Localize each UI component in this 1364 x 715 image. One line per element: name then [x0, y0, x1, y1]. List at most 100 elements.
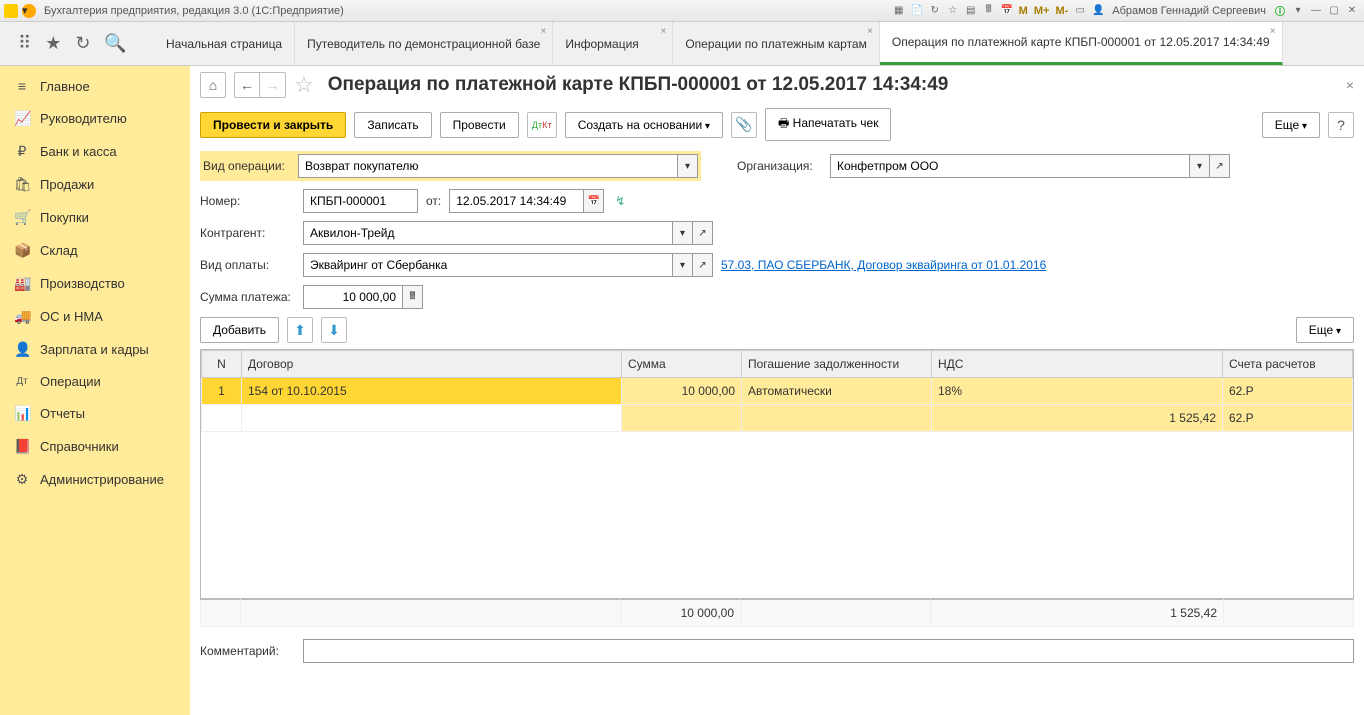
- table-row[interactable]: 1 525,42 62.Р: [202, 405, 1353, 432]
- m-button[interactable]: M: [1017, 3, 1030, 19]
- close-icon[interactable]: ×: [867, 26, 873, 37]
- tool-icon-2[interactable]: 📄: [909, 3, 925, 19]
- user-name[interactable]: Абрамов Геннадий Сергеевич: [1108, 5, 1270, 17]
- m-plus-button[interactable]: M+: [1032, 3, 1052, 19]
- sidebar-item-main[interactable]: ≡Главное: [0, 70, 190, 102]
- calc-icon[interactable]: 🖩: [403, 285, 423, 309]
- more-button[interactable]: Еще: [1262, 112, 1320, 138]
- amount-label: Сумма платежа:: [200, 290, 295, 304]
- close-icon[interactable]: ×: [660, 26, 666, 37]
- star-icon[interactable]: ★: [45, 33, 61, 54]
- dt-kt-button[interactable]: ДтКт: [527, 112, 557, 138]
- dt-icon: Дт: [14, 376, 30, 387]
- dropdown-icon[interactable]: ▾: [673, 253, 693, 277]
- tool-icon-1[interactable]: ▦: [891, 3, 907, 19]
- info-drop-icon[interactable]: ▾: [1290, 3, 1306, 19]
- dropdown-icon[interactable]: ▾: [1190, 154, 1210, 178]
- sidebar-item-operations[interactable]: ДтОперации: [0, 366, 190, 397]
- open-icon[interactable]: ↗: [693, 221, 713, 245]
- org-label: Организация:: [737, 159, 822, 173]
- dropdown-icon[interactable]: ▾: [678, 154, 698, 178]
- info-icon[interactable]: ⓘ: [1272, 3, 1288, 19]
- forward-button[interactable]: →: [260, 72, 286, 98]
- sidebar-item-admin[interactable]: ⚙Администрирование: [0, 463, 190, 496]
- attachment-button[interactable]: 📎: [731, 112, 757, 138]
- amount-input[interactable]: [303, 285, 403, 309]
- comment-input[interactable]: [303, 639, 1354, 663]
- help-button[interactable]: ?: [1328, 112, 1354, 138]
- sidebar-item-label: Склад: [40, 243, 78, 258]
- table-more-button[interactable]: Еще: [1296, 317, 1354, 343]
- pay-link[interactable]: 57.03, ПАО СБЕРБАНК, Договор эквайринга …: [721, 258, 1046, 272]
- panel-icon[interactable]: ▭: [1072, 3, 1088, 19]
- content: ⌂ ← → ☆ Операция по платежной карте КПБП…: [190, 66, 1364, 715]
- col-n[interactable]: N: [202, 351, 242, 378]
- sidebar-item-label: Отчеты: [40, 406, 85, 421]
- favorite-icon[interactable]: ☆: [945, 3, 961, 19]
- tool-icon-3[interactable]: ↻: [927, 3, 943, 19]
- number-input[interactable]: [303, 189, 418, 213]
- sidebar-item-manager[interactable]: 📈Руководителю: [0, 102, 190, 135]
- tab-guide[interactable]: Путеводитель по демонстрационной базе×: [295, 22, 553, 65]
- cell-repay: [742, 405, 932, 432]
- sidebar-item-hr[interactable]: 👤Зарплата и кадры: [0, 333, 190, 366]
- dropdown-icon[interactable]: ▾: [673, 221, 693, 245]
- save-button[interactable]: Записать: [354, 112, 431, 138]
- apps-icon[interactable]: ⠿: [18, 33, 31, 54]
- date-input[interactable]: [449, 189, 584, 213]
- star-outline-icon[interactable]: ☆: [294, 72, 314, 98]
- dropdown-icon[interactable]: ▾: [22, 4, 36, 18]
- create-based-button[interactable]: Создать на основании: [565, 112, 723, 138]
- minimize-icon[interactable]: —: [1308, 3, 1324, 19]
- open-icon[interactable]: ↗: [1210, 154, 1230, 178]
- maximize-icon[interactable]: ▢: [1326, 3, 1342, 19]
- tool-icon-4[interactable]: ▤: [963, 3, 979, 19]
- open-icon[interactable]: ↗: [693, 253, 713, 277]
- table-row[interactable]: 1 154 от 10.10.2015 10 000,00 Автоматиче…: [202, 378, 1353, 405]
- tab-operations[interactable]: Операции по платежным картам×: [673, 22, 880, 65]
- col-accounts[interactable]: Счета расчетов: [1223, 351, 1353, 378]
- tab-home[interactable]: Начальная страница: [154, 22, 295, 65]
- org-input[interactable]: [830, 154, 1190, 178]
- home-button[interactable]: ⌂: [200, 72, 226, 98]
- sidebar-item-bank[interactable]: ₽Банк и касса: [0, 135, 190, 168]
- add-row-button[interactable]: Добавить: [200, 317, 279, 343]
- col-repay[interactable]: Погашение задолженности: [742, 351, 932, 378]
- col-contract[interactable]: Договор: [242, 351, 622, 378]
- tab-info[interactable]: Информация×: [553, 22, 673, 65]
- pay-type-input[interactable]: [303, 253, 673, 277]
- sidebar-item-reports[interactable]: 📊Отчеты: [0, 397, 190, 430]
- sidebar-item-purchases[interactable]: 🛒Покупки: [0, 201, 190, 234]
- history-icon[interactable]: ↻: [75, 33, 90, 54]
- move-down-button[interactable]: ⬇: [321, 317, 347, 343]
- calc-icon[interactable]: 🖩: [981, 3, 997, 19]
- table-container: N Договор Сумма Погашение задолженности …: [200, 349, 1354, 599]
- contractor-input[interactable]: [303, 221, 673, 245]
- close-icon[interactable]: ×: [540, 26, 546, 37]
- sidebar-item-assets[interactable]: 🚚ОС и НМА: [0, 300, 190, 333]
- search-icon[interactable]: 🔍: [104, 33, 126, 54]
- post-and-close-button[interactable]: Провести и закрыть: [200, 112, 346, 138]
- calendar-icon[interactable]: 📅: [999, 3, 1015, 19]
- close-icon[interactable]: ×: [1270, 26, 1276, 37]
- col-sum[interactable]: Сумма: [622, 351, 742, 378]
- close-page-icon[interactable]: ×: [1346, 77, 1354, 93]
- app-title: Бухгалтерия предприятия, редакция 3.0 (1…: [44, 5, 344, 17]
- gear-icon: ⚙: [14, 471, 30, 488]
- number-label: Номер:: [200, 194, 295, 208]
- sidebar-item-warehouse[interactable]: 📦Склад: [0, 234, 190, 267]
- sidebar-item-sales[interactable]: 🛍Продажи: [0, 168, 190, 201]
- move-up-button[interactable]: ⬆: [287, 317, 313, 343]
- sidebar-item-directories[interactable]: 📕Справочники: [0, 430, 190, 463]
- chart-icon: 📈: [14, 110, 30, 127]
- close-icon[interactable]: ✕: [1344, 3, 1360, 19]
- calendar-icon[interactable]: 📅: [584, 189, 604, 213]
- print-check-button[interactable]: 🖶 Напечатать чек: [765, 108, 891, 141]
- sidebar-item-production[interactable]: 🏭Производство: [0, 267, 190, 300]
- m-minus-button[interactable]: M-: [1053, 3, 1070, 19]
- op-type-input[interactable]: [298, 154, 678, 178]
- tab-current-operation[interactable]: Операция по платежной карте КПБП-000001 …: [880, 22, 1283, 65]
- back-button[interactable]: ←: [234, 72, 260, 98]
- post-button[interactable]: Провести: [440, 112, 519, 138]
- col-vat[interactable]: НДС: [932, 351, 1223, 378]
